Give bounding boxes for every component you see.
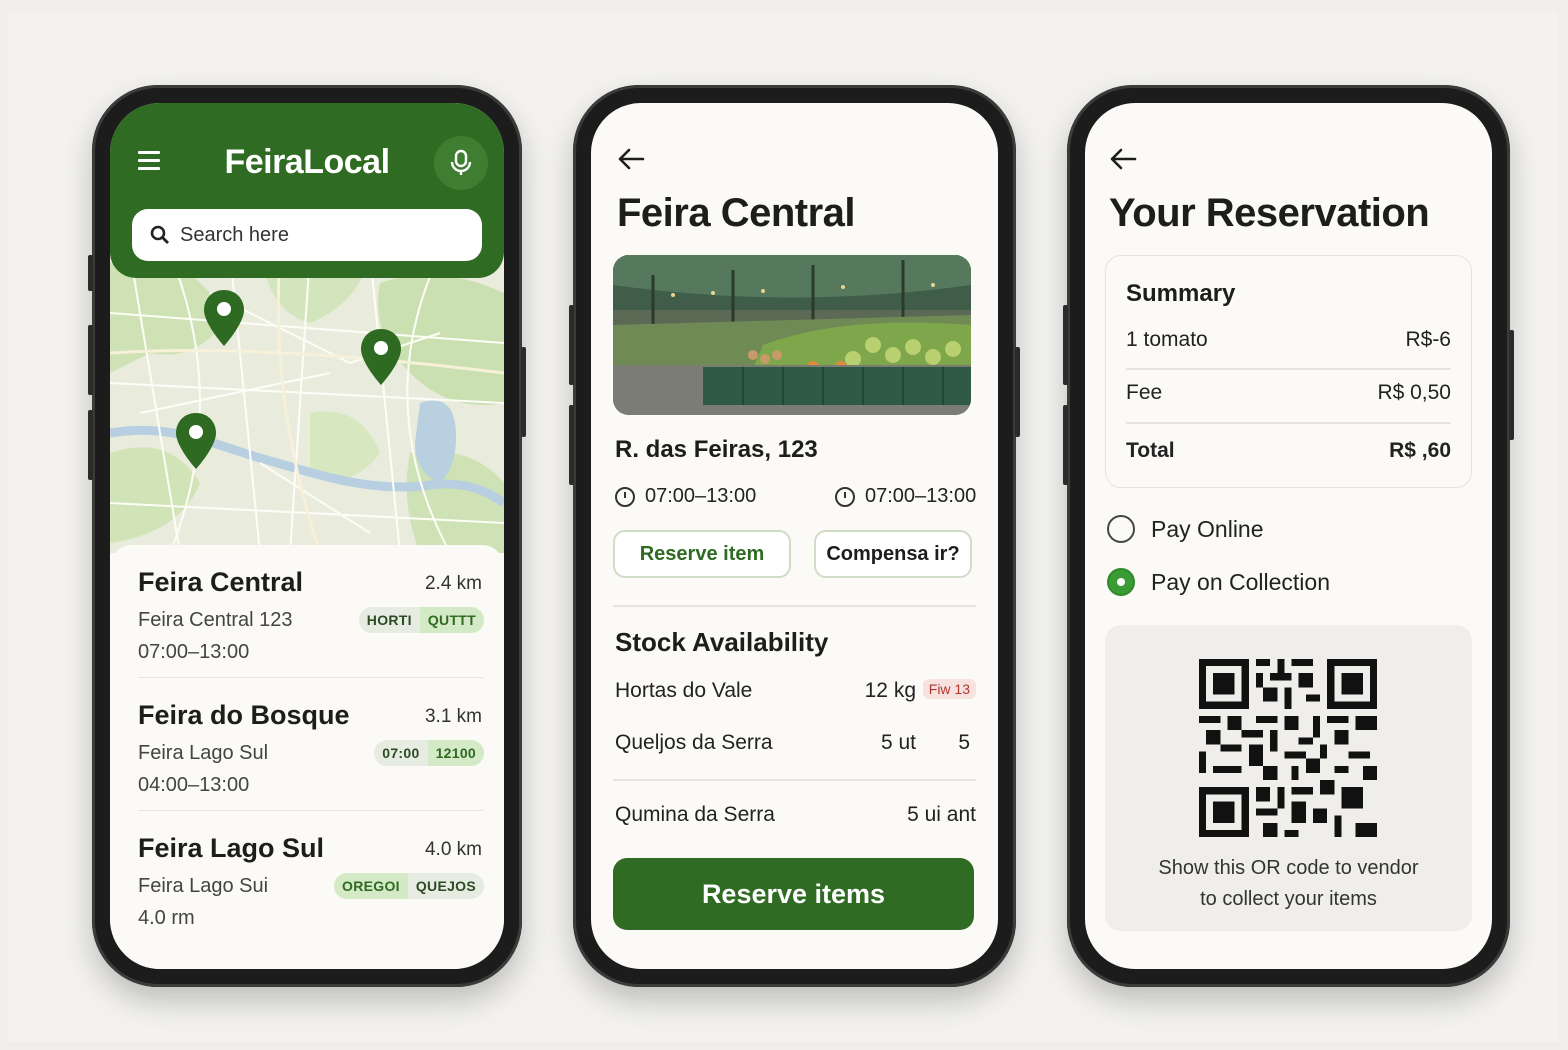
microphone-icon[interactable] — [434, 136, 488, 190]
row-label: 1 tomato — [1126, 328, 1208, 351]
summary-title: Summary — [1126, 280, 1236, 307]
row-value: R$ ,60 — [1389, 439, 1451, 462]
fair-distance: 2.4 km — [424, 573, 482, 594]
vendor-name: Hortas do Vale — [615, 679, 753, 702]
phone-home: FeiraLocal Search here Feira Central 2.4… — [88, 85, 526, 987]
tag-badge: QUEJOS — [407, 873, 484, 899]
hours-text: 07:00–13:00 — [645, 485, 757, 507]
row-label: Total — [1126, 439, 1175, 462]
divider — [613, 779, 976, 781]
divider — [1126, 422, 1451, 424]
fair-tags: OREGOI QUEJOS — [334, 873, 484, 899]
summary-row: 1 tomato R$-6 — [1126, 328, 1451, 352]
market-address: R. das Feiras, 123 — [615, 436, 818, 463]
vendor-name: Queljos da Serra — [615, 731, 773, 754]
hours-text: 07:00–13:00 — [865, 485, 977, 507]
page-title: Feira Central — [617, 191, 856, 235]
list-item[interactable]: Feira do Bosque 3.1 km Feira Lago Sul 04… — [138, 678, 484, 811]
map-view[interactable] — [110, 252, 504, 554]
reserve-item-button[interactable]: Reserve item — [613, 530, 791, 578]
tag-badge: 12100 — [427, 740, 484, 766]
pay-on-collection-radio[interactable]: Pay on Collection — [1107, 568, 1330, 596]
list-item[interactable]: Feira Central 2.4 km Feira Central 123 0… — [138, 545, 484, 678]
market-photo — [613, 255, 971, 415]
fair-distance: 4.0 km — [424, 839, 482, 860]
vendor-name: Qumina da Serra — [615, 803, 775, 826]
stock-badge: Fiw 13 — [922, 679, 976, 699]
clock-icon — [615, 486, 635, 507]
hours-right: 07:00–13:00 — [835, 485, 976, 508]
clock-icon — [835, 486, 855, 507]
fair-name: Feira Lago Sul — [138, 833, 325, 863]
stock-title: Stock Availability — [615, 627, 829, 657]
reserve-items-button[interactable]: Reserve items — [613, 858, 974, 930]
fair-hours: 4.0 rm — [138, 907, 195, 929]
list-item[interactable]: Feira Lago Sul 4.0 km Feira Lago Sui 4.0… — [138, 811, 484, 944]
qr-caption-line: Show this OR code to vendor — [1158, 857, 1419, 879]
row-value: R$-6 — [1405, 328, 1451, 351]
market-screen: Feira Central R. das Feiras, 123 07:00–1… — [591, 103, 998, 969]
qr-code — [1199, 659, 1377, 837]
fair-name: Feira do Bosque — [138, 700, 350, 730]
fair-address: Feira Central 123 — [138, 609, 293, 631]
fair-address: Feira Lago Sui — [138, 875, 269, 897]
radio-button-selected[interactable] — [1107, 568, 1135, 596]
search-icon — [150, 225, 169, 244]
home-screen: FeiraLocal Search here Feira Central 2.4… — [110, 103, 504, 969]
fair-distance: 3.1 km — [424, 706, 482, 727]
compensate-button[interactable]: Compensa ir? — [814, 530, 972, 578]
qr-card: Show this OR code to vendor to collect y… — [1105, 625, 1472, 931]
map-pin-icon[interactable] — [359, 327, 403, 387]
stock-row: Qumina da Serra 5 ui ant — [615, 803, 976, 827]
stock-row: Hortas do Vale 12 kg Fiw 13 — [615, 679, 976, 703]
qr-caption: Show this OR code to vendor to collect y… — [1105, 853, 1472, 915]
row-value: R$ 0,50 — [1377, 381, 1451, 404]
page-title: Your Reservation — [1109, 191, 1430, 235]
tag-badge: 07:00 — [374, 740, 428, 766]
fair-hours: 04:00–13:00 — [138, 774, 250, 796]
summary-card: Summary 1 tomato R$-6 Fee R$ 0,50 Total … — [1105, 255, 1472, 488]
divider — [1126, 368, 1451, 370]
reservation-screen: Your Reservation Summary 1 tomato R$-6 F… — [1085, 103, 1492, 969]
stock-qty: 12 kg — [864, 679, 916, 702]
row-label: Fee — [1126, 381, 1163, 404]
back-arrow-icon[interactable] — [617, 147, 645, 171]
fair-hours: 07:00–13:00 — [138, 641, 250, 663]
back-arrow-icon[interactable] — [1109, 147, 1137, 171]
radio-label: Pay on Collection — [1151, 568, 1330, 595]
divider — [613, 605, 976, 607]
map-pin-icon[interactable] — [174, 411, 218, 471]
tag-badge: OREGOI — [334, 873, 408, 899]
fair-list: Feira Central 2.4 km Feira Central 123 0… — [110, 545, 504, 969]
stock-extra: 5 — [958, 731, 970, 754]
stock-row: Queljos da Serra 5 ut 5 — [615, 731, 976, 755]
tag-badge: HORTI — [358, 607, 420, 633]
stock-extra: 5 ui ant — [907, 803, 976, 826]
radio-label: Pay Online — [1151, 515, 1264, 542]
fair-tags: HORTI QUTTT — [358, 607, 484, 633]
qr-caption-line: to collect your items — [1200, 888, 1377, 910]
fair-name: Feira Central — [138, 567, 304, 597]
search-placeholder: Search here — [180, 223, 289, 246]
fair-tags: 07:00 12100 — [374, 740, 484, 766]
tag-badge: QUTTT — [419, 607, 484, 633]
map-pin-icon[interactable] — [202, 288, 246, 348]
app-header: FeiraLocal Search here — [110, 103, 504, 278]
fair-address: Feira Lago Sul — [138, 742, 269, 764]
summary-total: Total R$ ,60 — [1126, 439, 1451, 463]
hours-left: 07:00–13:00 — [615, 485, 756, 508]
pay-online-radio[interactable]: Pay Online — [1107, 515, 1264, 543]
summary-row: Fee R$ 0,50 — [1126, 381, 1451, 405]
radio-button[interactable] — [1107, 515, 1135, 543]
search-input[interactable]: Search here — [132, 209, 482, 261]
stock-qty: 5 ut — [880, 731, 916, 754]
phone-reservation: Your Reservation Summary 1 tomato R$-6 F… — [1063, 85, 1514, 987]
phone-market: Feira Central R. das Feiras, 123 07:00–1… — [569, 85, 1020, 987]
